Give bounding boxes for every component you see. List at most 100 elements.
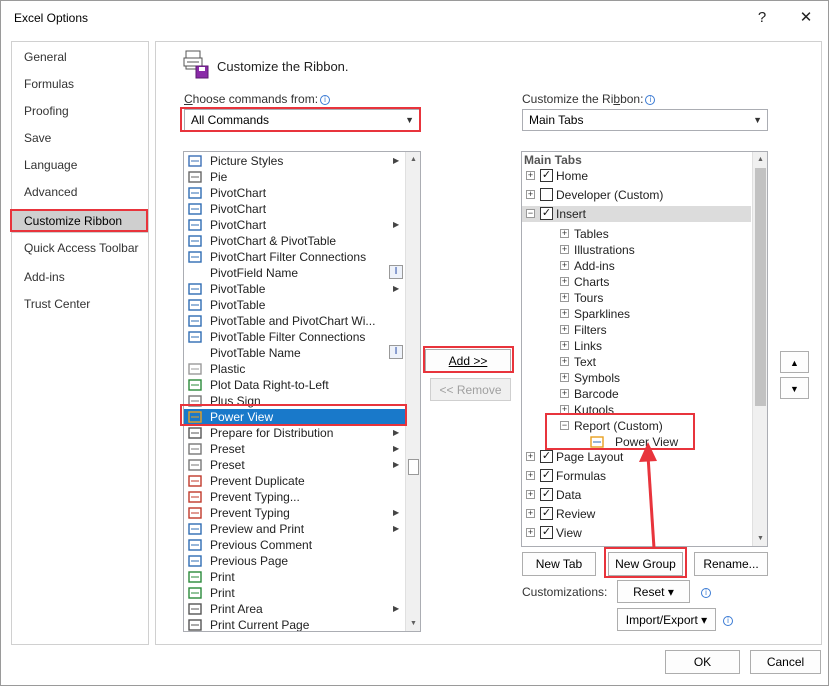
expand-icon[interactable]: + <box>560 341 569 350</box>
help-button[interactable]: ? <box>752 8 772 28</box>
close-button[interactable]: ✕ <box>796 8 816 28</box>
command-item[interactable]: PivotChart Filter Connections <box>184 249 405 265</box>
tree-item[interactable]: − Report (Custom) <box>522 418 751 434</box>
add-button[interactable]: Add >> <box>425 349 511 373</box>
command-item[interactable]: PivotTable Filter Connections <box>184 329 405 345</box>
tab-checkbox[interactable]: ✓ <box>540 469 553 482</box>
cancel-button[interactable]: Cancel <box>750 650 821 674</box>
nav-quick-access-toolbar[interactable]: Quick Access Toolbar <box>12 236 148 260</box>
expand-icon[interactable]: + <box>560 325 569 334</box>
move-down-button[interactable]: ▼ <box>780 377 809 399</box>
tab-checkbox[interactable]: ✓ <box>540 526 553 539</box>
nav-customize-ribbon[interactable]: Customize Ribbon <box>12 209 148 233</box>
tree-item[interactable]: + ✓ Home <box>522 168 751 184</box>
expand-icon[interactable]: + <box>526 452 535 461</box>
expand-icon[interactable]: + <box>526 509 535 518</box>
expand-icon[interactable]: + <box>560 277 569 286</box>
tree-item[interactable]: + Symbols <box>522 370 751 386</box>
new-tab-button[interactable]: New Tab <box>522 552 596 576</box>
scroll-thumb[interactable] <box>408 459 419 475</box>
tree-item[interactable]: + Kutools <box>522 402 751 418</box>
expand-icon[interactable]: + <box>526 190 535 199</box>
command-item[interactable]: PivotChart ▶ <box>184 217 405 233</box>
tree-item[interactable]: + Sparklines <box>522 306 751 322</box>
tab-checkbox[interactable]: ✓ <box>540 207 553 220</box>
scroll-up-icon[interactable]: ▲ <box>753 152 767 167</box>
expand-icon[interactable]: + <box>560 261 569 270</box>
collapse-icon[interactable]: − <box>560 421 569 430</box>
tree-item[interactable]: + Add-ins <box>522 258 751 274</box>
tree-item[interactable]: + Filters <box>522 322 751 338</box>
tab-checkbox[interactable]: ✓ <box>540 488 553 501</box>
expand-icon[interactable]: + <box>526 490 535 499</box>
expand-icon[interactable]: + <box>560 309 569 318</box>
command-item[interactable]: Plot Data Right-to-Left <box>184 377 405 393</box>
collapse-icon[interactable]: − <box>526 209 535 218</box>
command-item[interactable]: Print Area ▶ <box>184 601 405 617</box>
expand-icon[interactable]: + <box>560 357 569 366</box>
commands-scrollbar[interactable]: ▲ ▼ <box>405 152 420 631</box>
nav-add-ins[interactable]: Add-ins <box>12 265 148 289</box>
rename-button[interactable]: Rename... <box>694 552 768 576</box>
command-item[interactable]: Picture Styles ▶ <box>184 153 405 169</box>
command-item[interactable]: Preset ▶ <box>184 457 405 473</box>
tree-item[interactable]: + Links <box>522 338 751 354</box>
expand-icon[interactable]: + <box>560 229 569 238</box>
expand-icon[interactable]: + <box>526 171 535 180</box>
nav-language[interactable]: Language <box>12 153 148 177</box>
tab-checkbox[interactable] <box>540 188 553 201</box>
import-export-button[interactable]: Import/Export ▾ <box>617 608 716 631</box>
tree-item[interactable]: − ✓ Insert <box>522 206 751 222</box>
tree-item[interactable]: + Illustrations <box>522 242 751 258</box>
nav-proofing[interactable]: Proofing <box>12 99 148 123</box>
command-item[interactable]: Previous Comment <box>184 537 405 553</box>
reset-button[interactable]: Reset ▾ <box>617 580 690 603</box>
tree-item[interactable]: + Barcode <box>522 386 751 402</box>
tab-checkbox[interactable]: ✓ <box>540 450 553 463</box>
command-item[interactable]: Preview and Print ▶ <box>184 521 405 537</box>
choose-commands-combo[interactable]: All Commands ▼ <box>184 109 420 131</box>
expand-icon[interactable]: + <box>560 405 569 414</box>
command-item[interactable]: Prepare for Distribution ▶ <box>184 425 405 441</box>
move-up-button[interactable]: ▲ <box>780 351 809 373</box>
nav-formulas[interactable]: Formulas <box>12 72 148 96</box>
command-item[interactable]: PivotTable and PivotChart Wi... <box>184 313 405 329</box>
expand-icon[interactable]: + <box>526 471 535 480</box>
scroll-thumb[interactable] <box>755 168 766 406</box>
tree-item[interactable]: + Text <box>522 354 751 370</box>
command-item[interactable]: Plus Sign <box>184 393 405 409</box>
scroll-up-icon[interactable]: ▲ <box>406 152 420 167</box>
scroll-down-icon[interactable]: ▼ <box>406 616 420 631</box>
ribbon-tree-scrollbar[interactable]: ▲ ▼ <box>752 152 767 546</box>
command-item[interactable]: Plastic <box>184 361 405 377</box>
command-item[interactable]: PivotTable <box>184 297 405 313</box>
commands-list[interactable]: Picture Styles ▶ Pie PivotChart PivotChart Pi… <box>183 151 421 632</box>
command-item[interactable]: Print Current Page <box>184 617 405 631</box>
command-item[interactable]: Previous Page <box>184 553 405 569</box>
command-item[interactable]: Preset ▶ <box>184 441 405 457</box>
command-item[interactable]: Power View <box>184 409 405 425</box>
tree-item[interactable]: + Developer (Custom) <box>522 187 751 203</box>
command-item[interactable]: PivotTable ▶ <box>184 281 405 297</box>
command-item[interactable]: PivotChart <box>184 185 405 201</box>
nav-save[interactable]: Save <box>12 126 148 150</box>
command-item[interactable]: Print <box>184 585 405 601</box>
ok-button[interactable]: OK <box>665 650 740 674</box>
expand-icon[interactable]: + <box>560 293 569 302</box>
nav-trust-center[interactable]: Trust Center <box>12 292 148 316</box>
expand-icon[interactable]: + <box>560 245 569 254</box>
expand-icon[interactable]: + <box>526 528 535 537</box>
tree-item[interactable]: + Tables <box>522 226 751 242</box>
nav-advanced[interactable]: Advanced <box>12 180 148 204</box>
command-item[interactable]: Prevent Typing ▶ <box>184 505 405 521</box>
ribbon-tabs-combo[interactable]: Main Tabs ▼ <box>522 109 768 131</box>
tab-checkbox[interactable]: ✓ <box>540 169 553 182</box>
command-item[interactable]: PivotField Name <box>184 265 405 281</box>
remove-button[interactable]: << Remove <box>430 378 511 401</box>
tree-item[interactable]: + Tours <box>522 290 751 306</box>
new-group-button[interactable]: New Group <box>608 552 683 576</box>
command-item[interactable]: PivotTable Name <box>184 345 405 361</box>
tab-checkbox[interactable]: ✓ <box>540 507 553 520</box>
command-item[interactable]: PivotChart <box>184 201 405 217</box>
command-item[interactable]: Pie <box>184 169 405 185</box>
